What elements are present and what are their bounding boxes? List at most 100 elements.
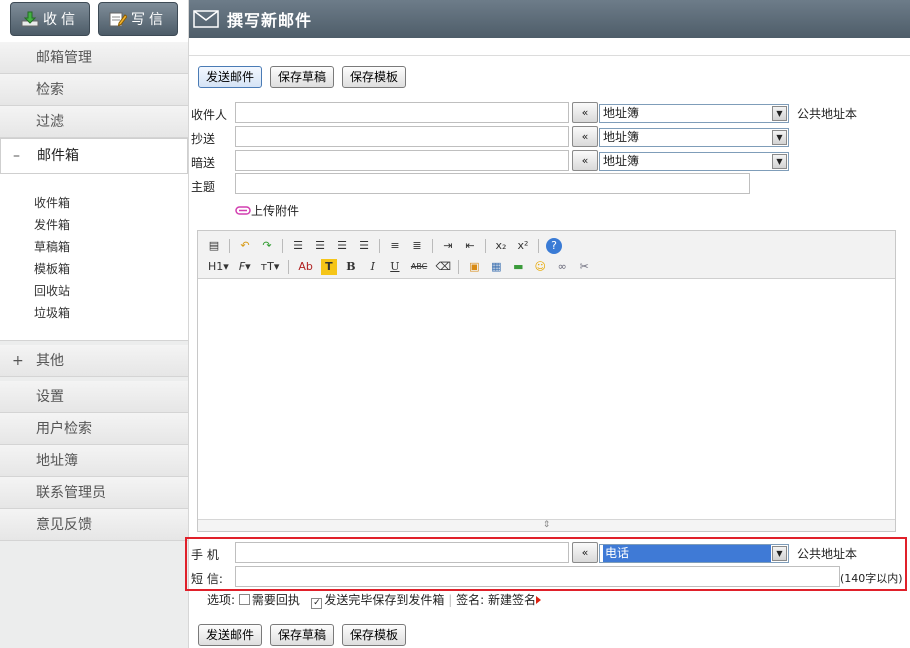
caret-right-icon [535,596,541,604]
folder-list: 收件箱 发件箱 草稿箱 模板箱 回收站 垃圾箱 [0,174,188,341]
bold-button[interactable]: B [343,259,359,275]
sidebar: 收信 写信 邮箱管理 检索 过滤 – 邮件箱 收件箱 发件箱 草稿箱 模板箱 回收… [0,0,189,648]
font-size-button[interactable]: тT▾ [259,259,282,275]
toolbar-row-1: ▤ ↶ ↷ ☰ ☰ ☰ ☰ ≡ ≣ ⇥ ⇤ x₂ x² ? [206,235,895,256]
folder-sent[interactable]: 发件箱 [34,214,188,236]
bottom-action-row: 发送邮件 保存草稿 保存模板 [198,624,407,646]
heading-button[interactable]: H1▾ [206,259,231,275]
save-sent-checkbox[interactable]: ✓ [311,598,323,609]
indent-icon[interactable]: ⇥ [440,238,456,254]
menu-other[interactable]: + 其他 [0,345,188,377]
superscript-icon[interactable]: x² [515,238,531,254]
new-signature-link[interactable]: 新建签名 [488,593,536,607]
italic-button[interactable]: I [365,259,381,275]
text-color-button[interactable]: Ab [296,259,315,275]
dropdown-arrow-icon: ▼ [772,106,787,121]
envelope-icon [193,10,219,28]
subscript-icon[interactable]: x₂ [493,238,509,254]
menu-mailbox-management[interactable]: 邮箱管理 [0,42,188,74]
emoticon-icon[interactable]: ☺ [532,259,548,275]
undo-icon[interactable]: ↶ [237,238,253,254]
folder-drafts[interactable]: 草稿箱 [34,236,188,258]
align-justify-icon[interactable]: ☰ [356,238,372,254]
folder-templates[interactable]: 模板箱 [34,258,188,280]
mobile-add-button[interactable]: « [572,542,598,563]
unordered-list-icon[interactable]: ≣ [409,238,425,254]
to-addressbook-select[interactable]: 地址簿 ▼ [599,104,789,123]
download-icon [21,11,39,27]
public-addressbook-link[interactable]: 公共地址本 [797,105,857,122]
to-add-button[interactable]: « [572,102,598,123]
sms-input[interactable] [235,566,840,587]
to-addressbook-value: 地址簿 [603,106,640,120]
strikethrough-button[interactable]: ABC [409,259,429,275]
compose-form: 发送邮件 保存草稿 保存模板 收件人 « 地址簿 ▼ 公共地址本 抄送 « 地址… [185,56,910,648]
inbox-button[interactable]: 收信 [10,2,90,36]
folder-recycle[interactable]: 回收站 [34,280,188,302]
menu-filter[interactable]: 过滤 [0,106,188,138]
receipt-label: 需要回执 [251,593,300,607]
cc-addressbook-select[interactable]: 地址簿 ▼ [599,128,789,147]
top-action-row: 发送邮件 保存草稿 保存模板 [198,66,407,88]
folder-spam[interactable]: 垃圾箱 [34,302,188,324]
phone-select[interactable]: 电话 ▼ [599,544,789,563]
menu-mailbox[interactable]: – 邮件箱 [0,138,188,174]
save-template-button-bottom[interactable]: 保存模板 [342,624,407,646]
underline-button[interactable]: U [387,259,403,275]
send-button[interactable]: 发送邮件 [198,66,263,88]
phone-select-value: 电话 [603,545,771,562]
align-right-icon[interactable]: ☰ [334,238,350,254]
menu-user-search[interactable]: 用户检索 [0,413,188,445]
compose-button[interactable]: 写信 [98,2,178,36]
bcc-input[interactable] [235,150,569,171]
mobile-label: 手 机 [191,548,219,562]
folder-inbox[interactable]: 收件箱 [34,192,188,214]
align-left-icon[interactable]: ☰ [290,238,306,254]
receipt-checkbox[interactable] [238,594,250,605]
send-button-bottom[interactable]: 发送邮件 [198,624,263,646]
table-icon[interactable]: ▦ [488,259,504,275]
mobile-input[interactable] [235,542,569,563]
help-icon[interactable]: ? [546,237,562,254]
link-icon[interactable]: ∞ [554,259,570,275]
horizontal-rule-icon[interactable]: ▬ [510,259,526,275]
editor-toolbar: ▤ ↶ ↷ ☰ ☰ ☰ ☰ ≡ ≣ ⇥ ⇤ x₂ x² ? H1▾ F▾ тT▾… [198,231,895,279]
font-family-button[interactable]: F▾ [237,259,253,275]
upload-attachment-link[interactable]: 上传附件 [235,202,299,219]
compose-header: 撰写新邮件 [189,0,910,38]
sms-limit-note: (140字以内) [840,572,903,585]
menu-settings[interactable]: 设置 [0,381,188,413]
save-template-button[interactable]: 保存模板 [342,66,407,88]
align-center-icon[interactable]: ☰ [312,238,328,254]
upload-attachment-label: 上传附件 [251,204,300,218]
dropdown-arrow-icon: ▼ [772,154,787,169]
bg-color-button[interactable]: T [320,258,337,275]
source-icon[interactable]: ▤ [206,238,222,254]
save-draft-button[interactable]: 保存草稿 [270,66,335,88]
options-label: 选项: [207,593,236,607]
cc-input[interactable] [235,126,569,147]
toolbar-row-2: H1▾ F▾ тT▾ Ab T B I U ABC ⌫ ▣ ▦ ▬ ☺ ∞ ✂ [206,256,895,277]
to-input[interactable] [235,102,569,123]
cc-add-button[interactable]: « [572,126,598,147]
bcc-addressbook-select[interactable]: 地址簿 ▼ [599,152,789,171]
editor-content-area[interactable] [198,279,895,519]
subject-input[interactable] [235,173,750,194]
redo-icon[interactable]: ↷ [259,238,275,254]
menu-feedback[interactable]: 意见反馈 [0,509,188,541]
bcc-add-button[interactable]: « [572,150,598,171]
compose-label: 写信 [131,12,167,28]
save-draft-button-bottom[interactable]: 保存草稿 [270,624,335,646]
menu-contact-admin[interactable]: 联系管理员 [0,477,188,509]
ordered-list-icon[interactable]: ≡ [387,238,403,254]
dropdown-arrow-icon: ▼ [772,130,787,145]
menu-addressbook[interactable]: 地址簿 [0,445,188,477]
sms-public-addressbook-link[interactable]: 公共地址本 [797,545,857,562]
bcc-addressbook-value: 地址簿 [603,154,640,168]
image-icon[interactable]: ▣ [466,259,482,275]
outdent-icon[interactable]: ⇤ [462,238,478,254]
editor-resize-handle[interactable]: ⇕ [198,519,895,531]
menu-search[interactable]: 检索 [0,74,188,106]
unlink-icon[interactable]: ✂ [576,259,592,275]
eraser-icon[interactable]: ⌫ [435,259,451,275]
